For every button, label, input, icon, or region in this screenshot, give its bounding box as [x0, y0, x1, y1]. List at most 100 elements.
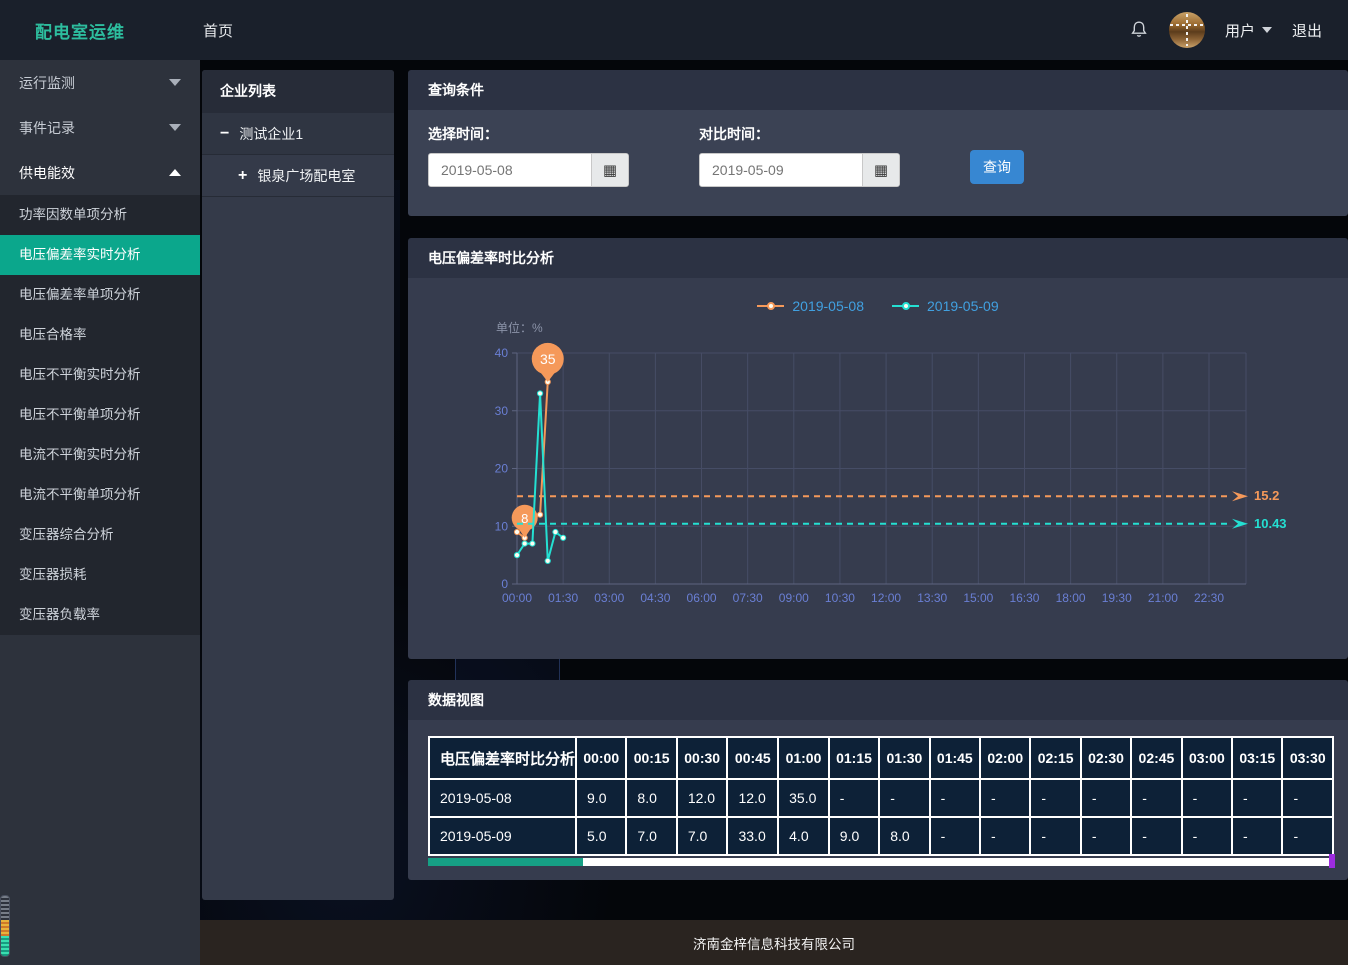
- main-content: 查询条件 选择时间： ▦ 对比时间： ▦ 查询 电压偏差率时比分析 201: [408, 70, 1348, 880]
- sidebar-group-event-records[interactable]: 事件记录: [0, 105, 200, 150]
- enterprise-item-label: 银泉广场配电室: [257, 166, 355, 186]
- svg-text:10:30: 10:30: [825, 591, 855, 605]
- sidebar-submenu-item[interactable]: 电流不平衡实时分析: [0, 435, 200, 475]
- gauge-orange-segment: [1, 920, 9, 936]
- top-navbar: 配电室运维 首页 用户 退出: [0, 0, 1348, 60]
- table-row: 2019-05-089.08.012.012.035.0----------: [429, 779, 1333, 817]
- sidebar-submenu-item[interactable]: 电压不平衡单项分析: [0, 395, 200, 435]
- sidebar-submenu-item[interactable]: 变压器负载率: [0, 595, 200, 635]
- legend-marker-icon: [757, 305, 784, 307]
- sidebar-group-label: 供电能效: [19, 163, 75, 183]
- sidebar-submenu-item[interactable]: 电压偏差率实时分析: [0, 235, 200, 275]
- legend-label: 2019-05-08: [792, 298, 864, 314]
- table-corner-header: 电压偏差率时比分析: [429, 737, 576, 779]
- data-view-panel-body: 电压偏差率时比分析00:0000:1500:3000:4501:0001:150…: [408, 720, 1348, 880]
- table-time-header: 00:00: [576, 737, 626, 779]
- chevron-down-icon: [169, 124, 181, 131]
- sidebar-group-label: 事件记录: [19, 118, 75, 138]
- expand-plus-icon[interactable]: +: [238, 167, 247, 185]
- user-menu[interactable]: 用户: [1225, 20, 1272, 41]
- table-cell: 8.0: [879, 817, 929, 855]
- table-cell: 7.0: [677, 817, 728, 855]
- chart-panel-body: 2019-05-082019-05-09 01020304000:0001:30…: [408, 278, 1348, 659]
- user-avatar[interactable]: [1169, 12, 1205, 48]
- select-time-input-group: ▦: [428, 153, 629, 187]
- table-cell: 35.0: [778, 779, 829, 817]
- svg-text:10.43: 10.43: [1254, 516, 1287, 531]
- table-cell: -: [1232, 779, 1282, 817]
- sidebar-submenu-item[interactable]: 电压不平衡实时分析: [0, 355, 200, 395]
- table-time-header: 01:15: [829, 737, 879, 779]
- table-row: 2019-05-095.07.07.033.04.09.08.0--------: [429, 817, 1333, 855]
- table-cell: -: [1282, 779, 1333, 817]
- table-cell: -: [1081, 779, 1131, 817]
- sidebar-submenu-item[interactable]: 功率因数单项分析: [0, 195, 200, 235]
- table-horizontal-scrollbar[interactable]: [428, 858, 1334, 866]
- calendar-icon[interactable]: ▦: [862, 154, 899, 186]
- table-time-header: 03:15: [1232, 737, 1282, 779]
- legend-dot-icon: [902, 302, 910, 310]
- svg-text:20: 20: [495, 462, 509, 476]
- table-time-header: 02:00: [980, 737, 1030, 779]
- table-cell: -: [980, 817, 1030, 855]
- search-button[interactable]: 查询: [970, 150, 1024, 184]
- calendar-icon[interactable]: ▦: [591, 154, 628, 186]
- svg-text:03:00: 03:00: [594, 591, 624, 605]
- table-cell: 12.0: [727, 779, 778, 817]
- svg-text:19:30: 19:30: [1102, 591, 1132, 605]
- data-view-panel: 数据视图 电压偏差率时比分析00:0000:1500:3000:4501:000…: [408, 680, 1348, 880]
- scrollbar-corner: [1329, 854, 1335, 868]
- table-cell: -: [829, 779, 879, 817]
- app-title[interactable]: 配电室运维: [35, 18, 125, 43]
- chevron-up-icon: [169, 169, 181, 176]
- collapse-minus-icon[interactable]: −: [220, 125, 229, 143]
- table-time-header: 02:30: [1081, 737, 1131, 779]
- footer: 济南金梓信息科技有限公司: [200, 920, 1348, 965]
- chart-panel: 电压偏差率时比分析 2019-05-082019-05-09 010203040…: [408, 238, 1348, 659]
- legend-item[interactable]: 2019-05-09: [892, 298, 999, 314]
- nav-home-link[interactable]: 首页: [203, 20, 233, 41]
- sidebar-submenu-item[interactable]: 电流不平衡单项分析: [0, 475, 200, 515]
- table-cell: 8.0: [626, 779, 676, 817]
- table-cell: -: [1131, 779, 1181, 817]
- table-cell: 7.0: [626, 817, 676, 855]
- sidebar-group-operation-monitoring[interactable]: 运行监测: [0, 60, 200, 105]
- enterprise-panel-title: 企业列表: [202, 70, 394, 113]
- legend-label: 2019-05-09: [927, 298, 999, 314]
- legend-item[interactable]: 2019-05-08: [757, 298, 864, 314]
- svg-text:00:00: 00:00: [502, 591, 532, 605]
- table-clip-container: 电压偏差率时比分析00:0000:1500:3000:4501:0001:150…: [428, 736, 1334, 856]
- svg-text:09:00: 09:00: [779, 591, 809, 605]
- select-time-input[interactable]: [429, 154, 591, 186]
- enterprise-tree-item-room[interactable]: + 银泉广场配电室: [202, 155, 394, 197]
- table-time-header: 02:45: [1131, 737, 1181, 779]
- sidebar-submenu-item[interactable]: 变压器综合分析: [0, 515, 200, 555]
- svg-text:16:30: 16:30: [1009, 591, 1039, 605]
- table-cell: -: [879, 779, 929, 817]
- gauge-teal-segment: [1, 936, 9, 957]
- sidebar-submenu-item[interactable]: 电压偏差率单项分析: [0, 275, 200, 315]
- sidebar-group-label: 运行监测: [19, 73, 75, 93]
- sidebar-group-power-efficiency[interactable]: 供电能效: [0, 150, 200, 195]
- data-table: 电压偏差率时比分析00:0000:1500:3000:4501:0001:150…: [428, 736, 1334, 856]
- data-view-panel-title: 数据视图: [408, 680, 1348, 720]
- notification-bell-icon[interactable]: [1129, 20, 1149, 40]
- svg-text:01:30: 01:30: [548, 591, 578, 605]
- table-time-header: 01:00: [778, 737, 829, 779]
- table-time-header: 00:30: [677, 737, 728, 779]
- sidebar-submenu-item[interactable]: 电压合格率: [0, 315, 200, 355]
- table-cell: -: [1182, 779, 1232, 817]
- table-cell: -: [1030, 779, 1080, 817]
- scrollbar-thumb[interactable]: [428, 858, 583, 866]
- sidebar-submenu: 功率因数单项分析电压偏差率实时分析电压偏差率单项分析电压合格率电压不平衡实时分析…: [0, 195, 200, 635]
- table-cell: -: [1182, 817, 1232, 855]
- enterprise-tree-item-company[interactable]: − 测试企业1: [202, 113, 394, 155]
- table-time-header: 03:00: [1182, 737, 1232, 779]
- sidebar-submenu-item[interactable]: 变压器损耗: [0, 555, 200, 595]
- svg-text:15:00: 15:00: [963, 591, 993, 605]
- compare-time-input[interactable]: [700, 154, 862, 186]
- svg-text:18:00: 18:00: [1056, 591, 1086, 605]
- table-cell: 5.0: [576, 817, 626, 855]
- table-cell: -: [1232, 817, 1282, 855]
- logout-button[interactable]: 退出: [1292, 20, 1322, 41]
